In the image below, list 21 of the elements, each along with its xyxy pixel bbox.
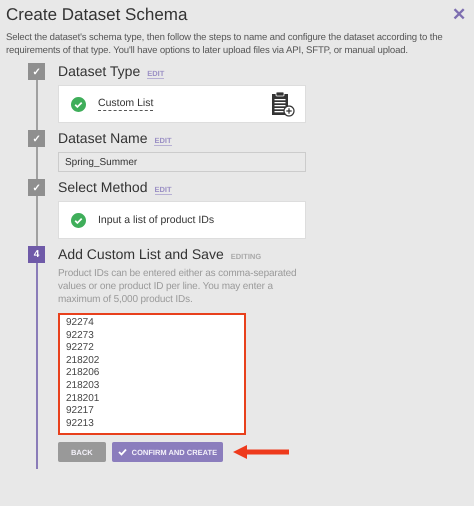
name-field[interactable]: Spring_Summer — [58, 152, 306, 172]
check-circle-icon — [71, 96, 86, 112]
step-title: Add Custom List and Save — [58, 246, 224, 262]
close-button[interactable]: ✕ — [450, 4, 468, 25]
step-title: Dataset Type — [58, 63, 140, 79]
description-text: Select the dataset's schema type, then follow the steps to name and configure the dataset according to the requirements of that type. You'll have options to later upload files via API, SFTP, or manual upload. — [6, 31, 444, 57]
card-label: Custom List — [98, 97, 154, 111]
step-marker: ✓ — [28, 63, 45, 80]
clipboard-icon — [271, 91, 295, 117]
step-marker: ✓ — [28, 179, 45, 196]
step-title: Select Method — [58, 179, 148, 195]
check-circle-icon — [71, 212, 86, 228]
product-ids-field[interactable]: 92274 92273 92272 218202 218206 218203 218201 92217 92213 — [58, 313, 246, 435]
check-icon — [118, 448, 127, 456]
card-label: Input a list of product IDs — [98, 214, 216, 226]
step-marker: 4 — [28, 246, 45, 263]
step-title: Dataset Name — [58, 130, 148, 146]
dialog-title: Create Dataset Schema — [6, 4, 188, 24]
step-marker: ✓ — [28, 130, 45, 147]
arrow-icon — [233, 444, 290, 460]
help-text: Product IDs can be entered either as comma-separated values or one product ID per line. You may enter a maximum of 5,000 product IDs. — [58, 267, 298, 306]
